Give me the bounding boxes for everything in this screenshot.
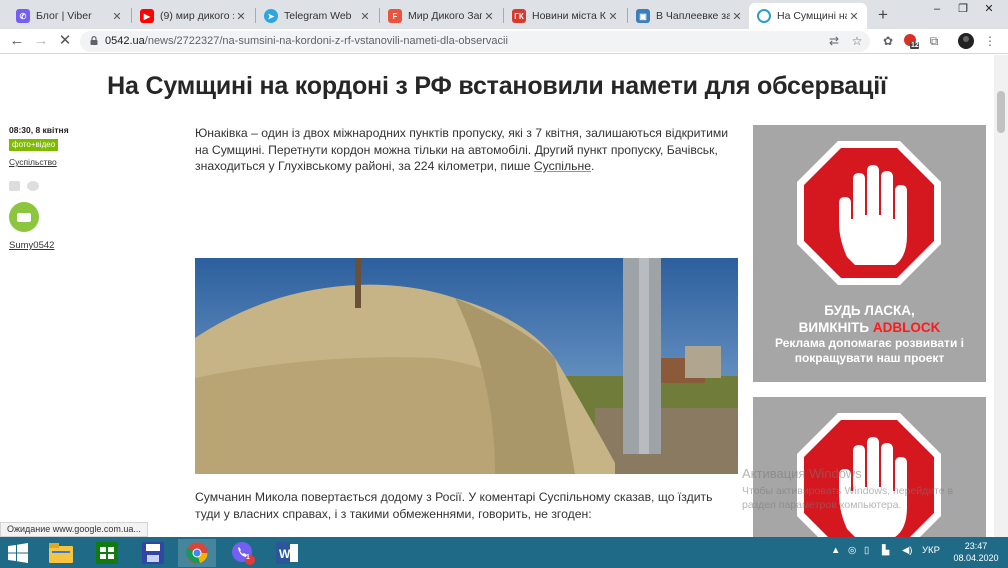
- page-icon: F: [388, 9, 402, 23]
- address-bar[interactable]: 0542.ua/news/2722327/na-sumsini-na-kordo…: [80, 31, 870, 52]
- viber-taskbar-icon[interactable]: [224, 539, 262, 567]
- tab-title: (9) мир дикого запада: [160, 10, 234, 22]
- category-link[interactable]: Суспільство: [9, 157, 57, 167]
- bookmark-star-icon[interactable]: ☆: [849, 33, 865, 49]
- windows-taskbar: 1 W ▲ ◎ ▯ ▙ ◀) УКР 23:47 08.04.2020: [0, 537, 1008, 568]
- close-tab-icon[interactable]: ✕: [730, 10, 744, 23]
- profile-avatar[interactable]: [958, 33, 974, 49]
- chrome-icon[interactable]: [178, 539, 216, 567]
- comment-icon[interactable]: [27, 181, 39, 191]
- close-tab-icon[interactable]: ✕: [847, 10, 861, 23]
- word-icon[interactable]: W: [268, 539, 306, 567]
- author-link[interactable]: Sumy0542: [9, 240, 54, 251]
- tray-app-icon[interactable]: ◎: [848, 545, 856, 556]
- page-content: На Сумщині на кордоні з РФ встановили на…: [0, 55, 994, 537]
- windows-activation-title: Активация Windows: [742, 466, 862, 481]
- notification-count: 12: [911, 42, 919, 49]
- close-tab-icon[interactable]: ✕: [606, 10, 620, 23]
- menu-icon[interactable]: ⋮: [982, 33, 998, 49]
- save-disk-icon[interactable]: [134, 539, 172, 567]
- close-tab-icon[interactable]: ✕: [358, 10, 372, 23]
- telegram-icon: ➤: [264, 9, 278, 23]
- windows-activation-text: Чтобы активировать Windows, перейдите в …: [742, 485, 954, 511]
- tray-expand-icon[interactable]: ▲: [831, 545, 840, 556]
- svg-text:W: W: [279, 547, 291, 561]
- loading-icon: [757, 9, 771, 23]
- network-icon[interactable]: ▙: [882, 545, 889, 556]
- article-date: 08:30, 8 квітня: [9, 125, 69, 135]
- scrollbar-thumb[interactable]: [997, 91, 1005, 133]
- like-icon[interactable]: [9, 181, 20, 191]
- media-badge: фото+відео: [9, 139, 59, 151]
- lock-icon: [90, 36, 98, 45]
- tab-telegram[interactable]: ➤ Telegram Web ✕: [256, 3, 378, 29]
- translate-icon[interactable]: ⇄: [826, 33, 842, 49]
- tab-title: На Сумщині на ко: [777, 10, 847, 22]
- tab-title: Новини міста Кон: [532, 10, 606, 22]
- tab-title: Мир Дикого Запада: [408, 10, 482, 22]
- viber-icon: ✆: [16, 9, 30, 23]
- image-icon: ▣: [636, 9, 650, 23]
- tray-device-icon[interactable]: ▯: [864, 545, 869, 556]
- browser-toolbar: ← → ✕ 0542.ua/news/2722327/na-sumsini-na…: [0, 29, 1008, 54]
- article-photo: [195, 258, 738, 474]
- clock[interactable]: 23:47 08.04.2020: [950, 540, 1002, 564]
- source-link[interactable]: Суспільне: [534, 159, 591, 173]
- back-button[interactable]: ←: [8, 32, 26, 50]
- article-headline: На Сумщині на кордоні з РФ встановили на…: [107, 72, 887, 100]
- tab-news[interactable]: ГК Новини міста Кон ✕: [504, 3, 626, 29]
- tab-title: Блог | Viber: [36, 10, 92, 22]
- tab-youtube[interactable]: ▶ (9) мир дикого запада ✕: [132, 3, 254, 29]
- volume-icon[interactable]: ◀): [902, 545, 912, 556]
- language-indicator[interactable]: УКР: [922, 545, 940, 556]
- viber-badge: 1: [246, 554, 250, 561]
- adblock-message: Реклама допомагає розвивати і покращуват…: [775, 336, 964, 365]
- tab-active[interactable]: На Сумщині на ко ✕: [749, 3, 867, 29]
- close-tab-icon[interactable]: ✕: [234, 10, 248, 23]
- adblock-subtitle: ВИМКНІТЬ ADBLOCK: [798, 320, 941, 335]
- tab-viber[interactable]: ✆ Блог | Viber ✕: [8, 3, 130, 29]
- tab-wild-west[interactable]: F Мир Дикого Запада ✕: [380, 3, 502, 29]
- gk-icon: ГК: [512, 9, 526, 23]
- windows-start-icon[interactable]: [8, 543, 28, 563]
- tab-title: Telegram Web: [284, 10, 352, 22]
- stop-hand-icon: [797, 141, 941, 285]
- article-lead: Юнаківка – один із двох міжнародних пунк…: [195, 126, 729, 173]
- screen: ✆ Блог | Viber ✕ ▶ (9) мир дикого запада…: [0, 0, 1008, 568]
- page-scrollbar[interactable]: [994, 55, 1008, 537]
- store-icon[interactable]: [88, 539, 126, 567]
- status-bubble: Ожидание www.google.com.ua...: [0, 522, 148, 537]
- article-paragraph: Сумчанин Микола повертається додому з Ро…: [195, 490, 713, 521]
- extension-icon[interactable]: ✿: [880, 33, 896, 49]
- youtube-icon: ▶: [140, 9, 154, 23]
- tab-chapleevka[interactable]: ▣ В Чаплеевке закуп ✕: [628, 3, 750, 29]
- author-avatar[interactable]: [9, 202, 39, 232]
- file-explorer-icon[interactable]: [42, 539, 80, 567]
- extension-icon-2[interactable]: ⧉: [926, 33, 942, 49]
- tab-title: В Чаплеевке закуп: [656, 10, 730, 22]
- close-tab-icon[interactable]: ✕: [482, 10, 496, 23]
- tab-bar: ✆ Блог | Viber ✕ ▶ (9) мир дикого запада…: [0, 0, 1008, 29]
- url-text: 0542.ua/news/2722327/na-sumsini-na-kordo…: [105, 35, 508, 47]
- restore-button[interactable]: ❐: [950, 0, 976, 20]
- adblock-banner: БУДЬ ЛАСКА, ВИМКНІТЬ ADBLOCK Реклама доп…: [753, 125, 986, 382]
- new-tab-button[interactable]: +: [873, 5, 893, 25]
- forward-button[interactable]: →: [32, 32, 50, 50]
- close-window-button[interactable]: ✕: [976, 0, 1002, 20]
- stop-loading-button[interactable]: ✕: [56, 32, 74, 50]
- adblock-title: БУДЬ ЛАСКА,: [824, 303, 915, 318]
- minimize-button[interactable]: –: [924, 0, 950, 20]
- close-tab-icon[interactable]: ✕: [110, 10, 124, 23]
